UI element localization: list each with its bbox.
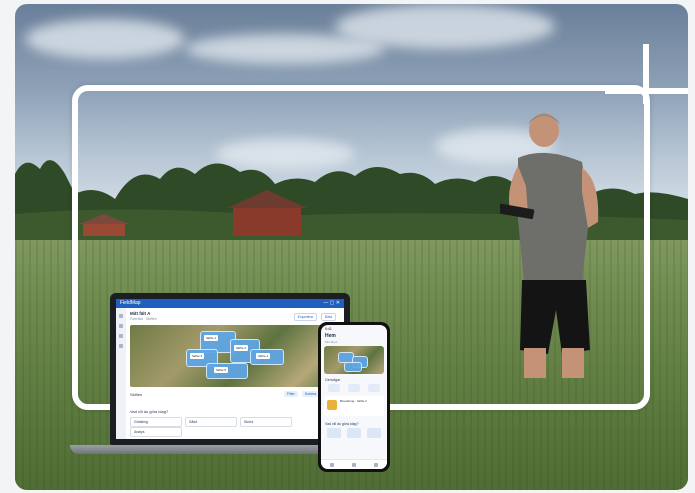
header-actions: Exportera Dela <box>291 313 336 321</box>
phone-subtitle: Mitt fält A <box>325 340 338 344</box>
decorative-line <box>643 44 649 104</box>
section-title: Vad vill du göra idag? <box>130 409 169 414</box>
task-tab[interactable]: Analys <box>130 427 182 437</box>
plant-icon <box>327 400 337 410</box>
task-tiles <box>321 428 387 438</box>
cloud <box>335 4 555 49</box>
home-icon[interactable] <box>119 314 123 318</box>
shortcut-icon[interactable] <box>348 384 360 392</box>
settings-icon[interactable] <box>119 344 123 348</box>
map-label: Skifte 1 <box>204 335 219 341</box>
task-tabs: Gödsling Sådd Skörd Analys <box>130 417 335 437</box>
task-tab[interactable]: Sådd <box>185 417 237 427</box>
app-titlebar: FieldMap — ▢ ✕ <box>116 299 344 308</box>
map-icon[interactable] <box>352 462 356 467</box>
map-label: Skifte 2 <box>234 345 249 351</box>
card-text: Bevattning - Skifte 2 <box>340 399 367 403</box>
sort-button[interactable]: Sortera <box>301 391 320 397</box>
share-button[interactable]: Dela <box>320 313 336 321</box>
task-tile[interactable] <box>327 428 341 438</box>
filter-button[interactable]: Filter <box>284 391 298 397</box>
laptop-screen: FieldMap — ▢ ✕ Mitt fält A Översikt · Sk… <box>116 299 344 439</box>
map-icon[interactable] <box>119 324 123 328</box>
map-label: Skifte 5 <box>214 367 229 373</box>
shortcut-icon[interactable] <box>368 384 380 392</box>
shortcut-row <box>321 384 387 392</box>
page-subtitle: Översikt · Skiften <box>130 317 157 321</box>
farmer-photo <box>500 113 599 378</box>
page-title: Mitt fält A <box>130 311 151 316</box>
field-parcel[interactable] <box>344 362 362 372</box>
phone-map[interactable] <box>324 346 384 374</box>
section-title: Vad vill du göra idag? <box>325 422 359 426</box>
info-card[interactable]: Bevattning - Skifte 2 <box>324 396 384 416</box>
phone-screen: 9:41 Hem Mitt fält A Genvägar Bevattning… <box>321 325 387 469</box>
profile-icon[interactable] <box>374 462 378 467</box>
laptop-device: FieldMap — ▢ ✕ Mitt fält A Översikt · Sk… <box>110 293 350 445</box>
window-controls[interactable]: — ▢ ✕ <box>323 299 340 308</box>
shortcuts-heading: Genvägar <box>325 378 341 382</box>
field-map[interactable]: Skifte 1 Skifte 2 Skifte 3 Skifte 4 Skif… <box>130 325 330 387</box>
phone-device: 9:41 Hem Mitt fält A Genvägar Bevattning… <box>318 322 390 472</box>
task-tab[interactable]: Skörd <box>240 417 292 427</box>
task-tab[interactable]: Gödsling <box>130 417 182 427</box>
status-time: 9:41 <box>325 327 332 331</box>
map-label: Skifte 4 <box>256 353 271 359</box>
sidebar <box>116 308 126 439</box>
cloud <box>25 19 185 59</box>
home-icon[interactable] <box>330 462 334 467</box>
task-tile[interactable] <box>347 428 361 438</box>
bottom-nav <box>321 459 387 469</box>
app-brand: FieldMap <box>120 300 141 306</box>
task-tile[interactable] <box>367 428 381 438</box>
map-label: Skifte 3 <box>190 353 205 359</box>
list-icon[interactable] <box>119 334 123 338</box>
list-heading: Skiften <box>130 392 143 397</box>
shortcut-icon[interactable] <box>328 384 340 392</box>
decorative-line <box>605 88 688 94</box>
export-button[interactable]: Exportera <box>293 313 317 321</box>
